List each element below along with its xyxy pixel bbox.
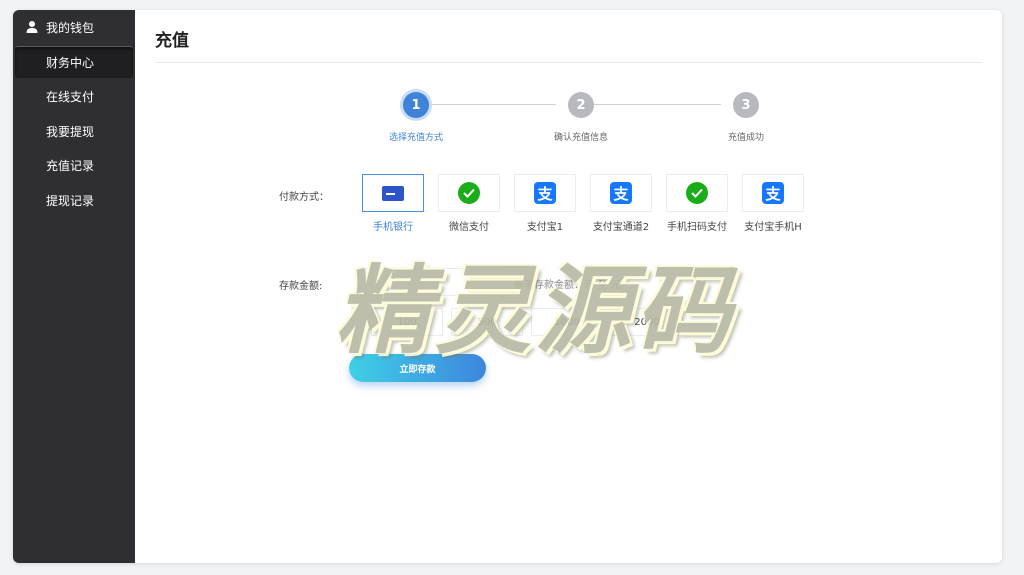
step-3-label: 充值成功: [727, 133, 764, 143]
quick-amount-label: 500: [477, 316, 497, 328]
step-number: 1: [411, 97, 421, 113]
sidebar-item-label: 充值记录: [46, 158, 95, 173]
quick-amount-1000[interactable]: 1000: [531, 308, 603, 336]
step-2-label: 确认充值信息: [553, 133, 608, 143]
quick-amount-label: 100: [397, 316, 417, 328]
sidebar-item-label: 在线支付: [46, 89, 95, 104]
sidebar: 我的钱包 财务中心 在线支付 我要提现 充值记录 提现记录: [13, 10, 135, 563]
quick-amount-100[interactable]: 100: [371, 308, 443, 336]
sidebar-header: 我的钱包: [13, 10, 135, 44]
payment-option-alipay-1[interactable]: 支: [514, 174, 576, 212]
sidebar-item-recharge-records[interactable]: 充值记录: [13, 149, 135, 181]
sidebar-item-online-payment[interactable]: 在线支付: [13, 80, 135, 112]
sidebar-header-label: 我的钱包: [46, 20, 95, 35]
payment-option-label: 手机银行: [373, 222, 413, 233]
quick-amount-label: 1000: [554, 316, 580, 328]
step-number: 3: [741, 97, 751, 113]
sidebar-item-label: 财务中心: [46, 56, 95, 70]
title-divider: [155, 62, 982, 63]
sidebar-item-finance-center[interactable]: 财务中心: [15, 46, 133, 78]
deposit-amount-input[interactable]: [365, 268, 505, 296]
quick-amount-2000[interactable]: 2000: [611, 308, 683, 336]
alipay-icon: 支: [610, 182, 632, 204]
payment-option-scan-pay[interactable]: [666, 174, 728, 212]
payment-option-label: 手机扫码支付: [667, 222, 727, 233]
step-2-indicator: 2: [568, 92, 594, 118]
step-number: 2: [576, 97, 586, 113]
sidebar-item-label: 提现记录: [46, 193, 95, 208]
wechat-icon: [458, 182, 480, 204]
deposit-amount-label: 存款金额:: [279, 281, 323, 292]
payment-option-wechat[interactable]: [438, 174, 500, 212]
deposit-range-hint: 单笔存款金额：元 至 元: [514, 280, 621, 291]
step-connector: [416, 104, 556, 105]
step-connector: [581, 104, 721, 105]
payment-option-label: 微信支付: [449, 222, 489, 233]
alipay-icon: 支: [534, 182, 556, 204]
step-1-label: 选择充值方式: [388, 133, 443, 143]
app-frame: 我的钱包 财务中心 在线支付 我要提现 充值记录 提现记录 充值 1 2 3 选…: [13, 10, 1002, 563]
user-icon: [26, 21, 38, 33]
payment-option-mobile-bank[interactable]: [362, 174, 424, 212]
step-1-indicator: 1: [403, 92, 429, 118]
payment-method-label: 付款方式：: [279, 192, 329, 203]
sidebar-item-withdraw-records[interactable]: 提现记录: [13, 184, 135, 216]
deposit-submit-button[interactable]: 立即存款: [349, 354, 486, 382]
main-content: 充值 1 2 3 选择充值方式 确认充值信息 充值成功 付款方式： 支 支 支 …: [135, 10, 1002, 563]
payment-option-label: 支付宝通道2: [592, 222, 650, 233]
payment-option-label: 支付宝手机H: [744, 222, 802, 233]
wechat-icon: [686, 182, 708, 204]
page-title: 充值: [155, 31, 189, 51]
payment-option-alipay-mobile[interactable]: 支: [742, 174, 804, 212]
bank-card-icon: [382, 185, 404, 201]
quick-amount-label: 2000: [634, 316, 660, 328]
step-3-indicator: 3: [733, 92, 759, 118]
sidebar-item-withdraw[interactable]: 我要提现: [13, 115, 135, 147]
payment-option-label: 支付宝1: [526, 222, 564, 233]
alipay-icon: 支: [762, 182, 784, 204]
sidebar-item-label: 我要提现: [46, 124, 95, 139]
quick-amount-500[interactable]: 500: [451, 308, 523, 336]
payment-option-alipay-2[interactable]: 支: [590, 174, 652, 212]
